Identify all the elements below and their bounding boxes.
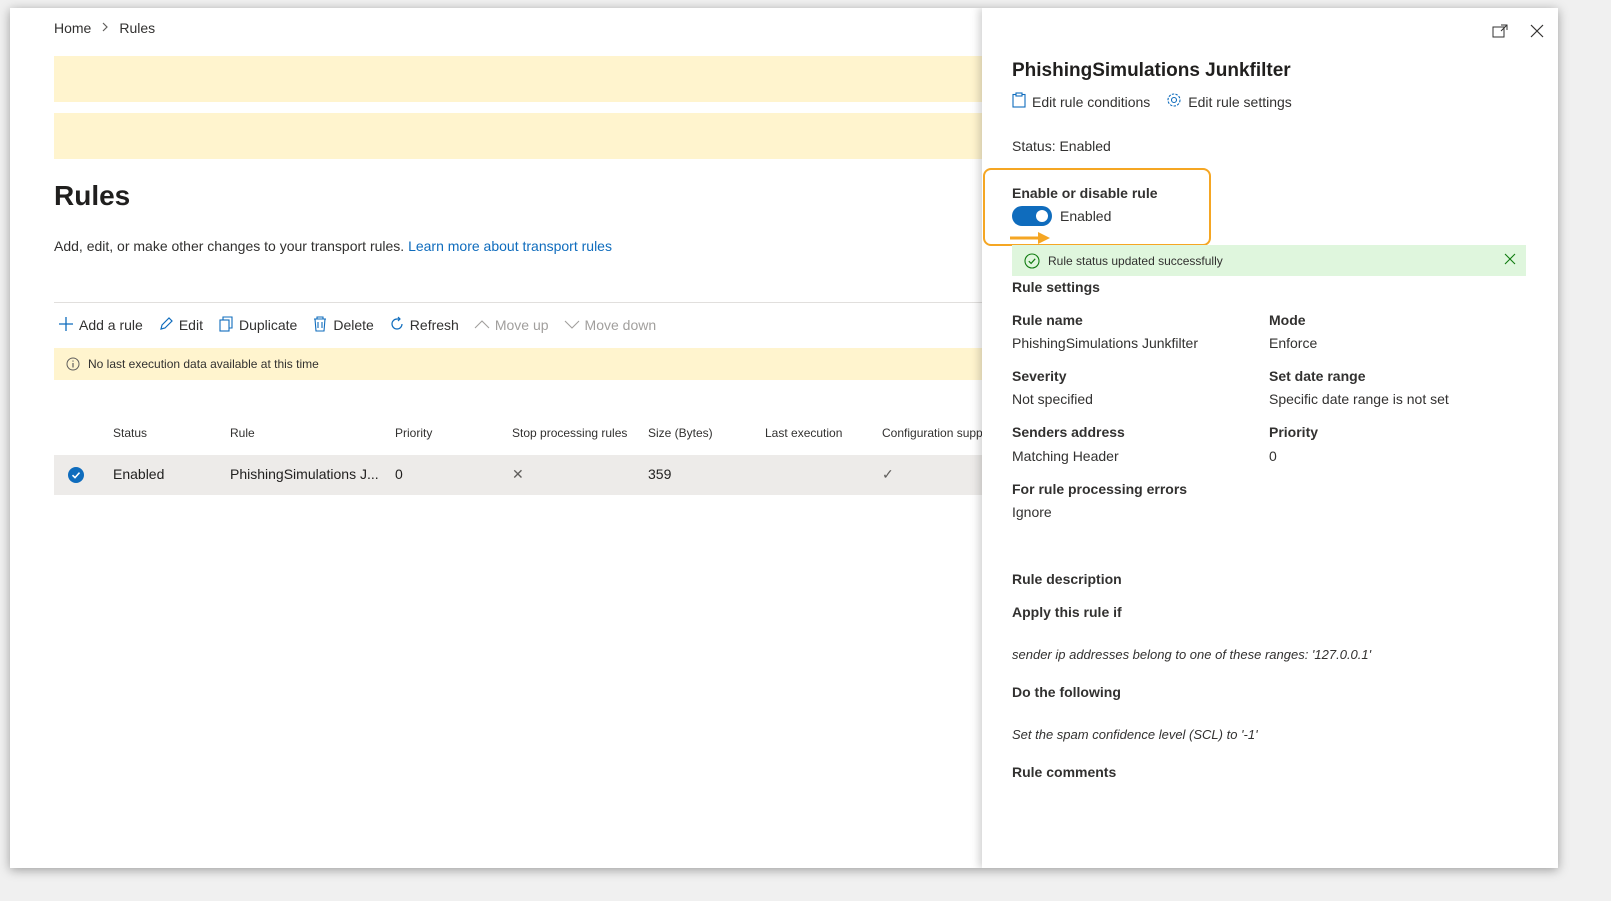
toggle-state-label: Enabled (1060, 208, 1112, 224)
breadcrumb-current: Rules (119, 20, 156, 36)
breadcrumb-home[interactable]: Home (54, 20, 91, 36)
move-up-label: Move up (494, 317, 549, 333)
edit-label: Edit (178, 317, 203, 333)
refresh-label: Refresh (409, 317, 459, 333)
app-window: Home Rules Rules Add, edit, or make othe… (10, 8, 1558, 868)
trash-icon (312, 315, 328, 335)
toggle-row: Enabled (1012, 206, 1111, 226)
info-icon (66, 357, 80, 371)
add-rule-button[interactable]: Add a rule (58, 316, 143, 335)
chevron-down-icon (564, 316, 580, 335)
edit-rule-conditions-button[interactable]: Edit rule conditions (1012, 92, 1150, 111)
cell-size: 359 (648, 466, 672, 482)
move-down-label: Move down (584, 317, 657, 333)
refresh-icon (389, 316, 405, 335)
date-range-value: Specific date range is not set (1269, 391, 1449, 407)
column-header-priority[interactable]: Priority (395, 426, 432, 440)
pencil-icon (158, 316, 174, 335)
column-header-last-execution[interactable]: Last execution (765, 426, 842, 440)
edit-rule-settings-button[interactable]: Edit rule settings (1166, 92, 1292, 111)
gear-icon (1166, 92, 1182, 111)
chevron-right-icon (101, 21, 109, 35)
cell-configuration: ✓ (882, 466, 894, 482)
popout-icon[interactable] (1492, 24, 1508, 43)
clipboard-icon (1012, 92, 1026, 111)
column-header-status[interactable]: Status (113, 426, 147, 440)
duplicate-button[interactable]: Duplicate (218, 315, 298, 335)
notification-banner (54, 56, 984, 102)
duplicate-label: Duplicate (238, 317, 298, 333)
table-header: Status Rule Priority Stop processing rul… (54, 426, 984, 446)
status-text: Status: Enabled (1012, 138, 1111, 154)
column-header-rule[interactable]: Rule (230, 426, 255, 440)
cell-stop-processing: ✕ (512, 466, 524, 482)
panel-title: PhishingSimulations Junkfilter (1012, 60, 1291, 81)
cell-rule: PhishingSimulations J... (230, 466, 379, 482)
rule-settings-heading: Rule settings (1012, 279, 1100, 295)
cell-priority: 0 (395, 466, 403, 482)
mode-value: Enforce (1269, 335, 1318, 351)
learn-more-link[interactable]: Learn more about transport rules (408, 238, 612, 254)
apply-if-text: sender ip addresses belong to one of the… (1012, 647, 1372, 662)
rule-description-heading: Rule description (1012, 571, 1122, 587)
selected-check-icon[interactable] (68, 467, 84, 483)
rule-details-panel: PhishingSimulations Junkfilter Edit rule… (982, 8, 1558, 868)
command-bar: Add a rule Edit Duplicate Delete Refresh… (58, 314, 671, 336)
rule-comments-label: Rule comments (1012, 764, 1117, 780)
processing-errors-value: Ignore (1012, 504, 1052, 520)
senders-address-value: Matching Header (1012, 448, 1119, 464)
move-up-button[interactable]: Move up (474, 316, 549, 335)
refresh-button[interactable]: Refresh (389, 316, 459, 335)
column-header-stop-processing[interactable]: Stop processing rules (512, 426, 627, 440)
edit-rule-conditions-label: Edit rule conditions (1032, 93, 1151, 110)
delete-button[interactable]: Delete (312, 315, 374, 335)
date-range-label: Set date range (1269, 368, 1366, 384)
panel-header-actions (1492, 24, 1544, 43)
rule-name-label: Rule name (1012, 312, 1083, 328)
enable-rule-toggle[interactable] (1012, 206, 1052, 226)
do-following-text: Set the spam confidence level (SCL) to '… (1012, 727, 1258, 742)
success-message-text: Rule status updated successfully (1048, 253, 1223, 268)
do-following-label: Do the following (1012, 684, 1121, 700)
info-message-text: No last execution data available at this… (88, 357, 319, 371)
toggle-knob (1036, 210, 1048, 222)
panel-actions: Edit rule conditions Edit rule settings (1012, 92, 1292, 111)
copy-icon (218, 315, 234, 335)
severity-label: Severity (1012, 368, 1067, 384)
add-rule-label: Add a rule (79, 317, 143, 333)
edit-rule-settings-label: Edit rule settings (1188, 93, 1292, 110)
move-down-button[interactable]: Move down (564, 316, 657, 335)
mode-label: Mode (1269, 312, 1306, 328)
notification-banner (54, 113, 984, 159)
processing-errors-label: For rule processing errors (1012, 481, 1188, 497)
plus-icon (58, 316, 74, 335)
close-icon[interactable] (1530, 24, 1544, 43)
description-text: Add, edit, or make other changes to your… (54, 238, 405, 254)
checkmark-circle-icon (1024, 252, 1040, 269)
delete-label: Delete (333, 317, 374, 333)
senders-address-label: Senders address (1012, 424, 1125, 440)
breadcrumb: Home Rules (54, 20, 155, 36)
edit-button[interactable]: Edit (158, 316, 203, 335)
page-description: Add, edit, or make other changes to your… (54, 238, 612, 254)
toggle-label: Enable or disable rule (1012, 185, 1158, 201)
dismiss-icon[interactable] (1504, 253, 1516, 265)
page-title: Rules (54, 180, 131, 211)
apply-if-label: Apply this rule if (1012, 604, 1122, 620)
priority-label: Priority (1269, 424, 1319, 440)
rule-name-value: PhishingSimulations Junkfilter (1012, 335, 1198, 351)
cell-status: Enabled (113, 466, 165, 482)
chevron-up-icon (474, 316, 490, 335)
divider (54, 302, 984, 303)
rules-page: Home Rules Rules Add, edit, or make othe… (10, 8, 1020, 868)
table-row[interactable]: Enabled PhishingSimulations J... 0 ✕ 359… (54, 455, 984, 495)
severity-value: Not specified (1012, 391, 1093, 407)
column-header-configuration[interactable]: Configuration supp (882, 426, 983, 440)
column-header-size[interactable]: Size (Bytes) (648, 426, 713, 440)
priority-value: 0 (1269, 448, 1277, 464)
info-message-bar: No last execution data available at this… (54, 348, 984, 380)
success-message-bar: Rule status updated successfully (1012, 245, 1526, 276)
